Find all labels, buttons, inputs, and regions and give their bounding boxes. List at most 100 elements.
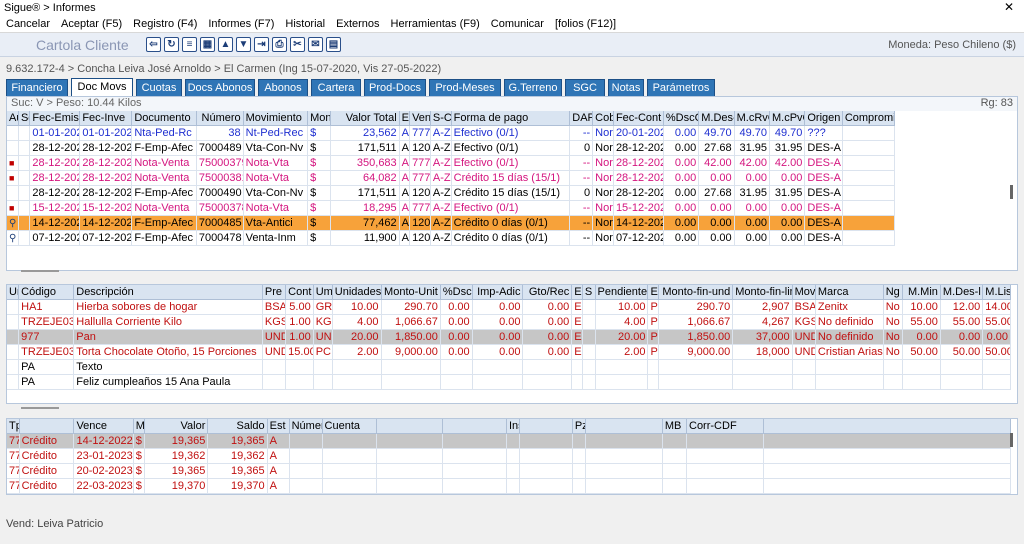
column-header[interactable]: Au [7, 111, 19, 126]
scrollbar[interactable] [1010, 433, 1013, 447]
column-header[interactable]: Monto-fin-und [658, 285, 734, 300]
menu-item-3[interactable]: Informes (F7) [208, 18, 274, 30]
column-header[interactable]: Fec-Inve [79, 111, 133, 126]
table-row[interactable]: ⚲14-12-202214-12-2022F-Emp-Afec7000485Vt… [7, 215, 896, 231]
column-header[interactable]: Um [313, 285, 333, 300]
chat-icon[interactable]: ✉ [308, 37, 323, 52]
column-header[interactable]: Se [18, 111, 31, 126]
menu-item-0[interactable]: Cancelar [6, 18, 50, 30]
column-header[interactable]: Mon [307, 111, 332, 126]
menu-item-6[interactable]: Herramientas (F9) [391, 18, 480, 30]
column-header[interactable]: Marca [815, 285, 884, 300]
table-row[interactable]: 77Crédito14-12-2022$19,36519,365A [7, 433, 1012, 449]
column-header[interactable]: M.cPvC [769, 111, 806, 126]
menu-item-4[interactable]: Historial [285, 18, 325, 30]
table-row[interactable]: 01-01-202301-01-2023Nta-Ped-Rc38Nt-Ped-R… [7, 125, 896, 141]
splitter-handle[interactable] [21, 407, 59, 409]
column-header[interactable]: Monto-fin-lin [732, 285, 793, 300]
column-header[interactable]: Valor Total [330, 111, 400, 126]
list-icon[interactable]: ≡ [182, 37, 197, 52]
column-header[interactable]: Pza [572, 419, 587, 434]
column-header[interactable]: Unidades [332, 285, 382, 300]
column-header[interactable]: Forma de pago [451, 111, 571, 126]
column-header[interactable]: Cob [592, 111, 614, 126]
splitter-handle[interactable] [21, 270, 59, 272]
column-header[interactable]: Fec-Emis [29, 111, 81, 126]
table-row[interactable]: TRZEJE03Hallulla Corriente KiloKGS1.00KG… [7, 314, 1011, 330]
column-header[interactable]: Un [7, 285, 20, 300]
column-header[interactable]: Ins [506, 419, 521, 434]
back-icon[interactable]: ⇦ [146, 37, 161, 52]
column-header[interactable]: Documento [131, 111, 197, 126]
table-row[interactable]: ■15-12-202215-12-2022Nota-Venta75000378N… [7, 200, 896, 216]
menu-item-8[interactable]: [folios (F12)] [555, 18, 616, 30]
menu-item-7[interactable]: Comunicar [491, 18, 544, 30]
tools-icon[interactable]: ✂ [290, 37, 305, 52]
column-header[interactable]: E [647, 285, 660, 300]
column-header[interactable]: Origen [804, 111, 843, 126]
table-row[interactable]: PA Texto [7, 359, 1011, 375]
column-header[interactable]: Cont [285, 285, 314, 300]
table-row[interactable]: 28-12-202228-12-2022F-Emp-Afec7000489Vta… [7, 140, 896, 156]
table-row[interactable]: 77Crédito23-01-2023$19,36219,362A [7, 448, 1012, 464]
column-header[interactable]: Código [18, 285, 75, 300]
table-row[interactable]: HA1 Hierba sobores de hogar BSA 5.00 GR 10.00… [7, 299, 1011, 315]
column-header[interactable]: S [582, 285, 596, 300]
column-header[interactable]: Monto-Unit [381, 285, 441, 300]
column-header[interactable]: M.Des-l [698, 111, 735, 126]
close-icon[interactable]: ✕ [1004, 0, 1014, 14]
column-header[interactable]: Número [289, 419, 323, 434]
table-row[interactable]: ■28-12-202228-12-2022Nota-Venta75000381N… [7, 170, 896, 186]
column-header[interactable]: Pre [262, 285, 287, 300]
menu-item-2[interactable]: Registro (F4) [133, 18, 197, 30]
column-header[interactable]: Fec-Cont [613, 111, 664, 126]
column-header[interactable]: Corr-CDF [686, 419, 764, 434]
calculator-icon[interactable]: ▤ [326, 37, 341, 52]
export-icon[interactable]: ⇥ [254, 37, 269, 52]
column-header[interactable]: Cuenta [322, 419, 378, 434]
column-header[interactable]: Mov [792, 285, 816, 300]
table-row[interactable]: 28-12-202228-12-2022F-Emp-Afec7000490Vta… [7, 185, 896, 201]
column-header[interactable]: M.Lis [982, 285, 1011, 300]
column-header[interactable] [519, 419, 573, 434]
column-header[interactable]: Est [267, 419, 290, 434]
column-header[interactable]: MB [662, 419, 688, 434]
column-header[interactable]: Ven [409, 111, 431, 126]
table-row[interactable]: 77Crédito20-02-2023$19,36519,365A [7, 463, 1012, 479]
column-header[interactable]: Saldo [207, 419, 268, 434]
column-header[interactable]: %Dsc [440, 285, 473, 300]
column-header[interactable]: DAP [569, 111, 594, 126]
column-header[interactable]: Tp [7, 419, 20, 434]
table-row[interactable]: TRZEJE03 Torta Chocolate Otoño, 15 Porcio… [7, 344, 1011, 360]
print-icon[interactable]: ⎙ [272, 37, 287, 52]
table-row[interactable]: ⚲07-12-202207-12-2022F-Emp-Afec7000478Ve… [7, 230, 896, 246]
column-header[interactable]: Ng [883, 285, 903, 300]
menu-item-1[interactable]: Aceptar (F5) [61, 18, 122, 30]
column-header[interactable]: Descripción [73, 285, 263, 300]
column-header[interactable]: Compromiso [842, 111, 896, 126]
column-header[interactable]: Imp-Adic [472, 285, 524, 300]
table-row[interactable]: 77Crédito22-03-2023$19,37019,370A [7, 478, 1012, 494]
column-header[interactable]: %DscG [663, 111, 700, 126]
column-header[interactable]: M.Min [902, 285, 941, 300]
column-header[interactable]: Pendiente [595, 285, 649, 300]
column-header[interactable]: Número [196, 111, 244, 126]
column-header[interactable]: M.cRvC [734, 111, 771, 126]
column-header[interactable]: Movimiento [243, 111, 309, 126]
column-header[interactable]: E [571, 285, 583, 300]
column-header[interactable]: M.Des-l [940, 285, 984, 300]
column-header[interactable]: Valor [144, 419, 209, 434]
up-icon[interactable]: ▲ [218, 37, 233, 52]
refresh-icon[interactable]: ↻ [164, 37, 179, 52]
column-header[interactable] [19, 419, 75, 434]
table-row[interactable]: 977PanUND1.00UN20.001,850.000.000.000.00… [7, 329, 1011, 345]
menu-item-5[interactable]: Externos [336, 18, 379, 30]
column-header[interactable]: E [399, 111, 411, 126]
column-header[interactable] [376, 419, 444, 434]
table-row[interactable]: PA Feliz cumpleaños 15 Ana Paula [7, 374, 1011, 390]
grid-icon[interactable]: ▦ [200, 37, 215, 52]
column-header[interactable] [442, 419, 507, 434]
column-header[interactable]: Gto/Rec [522, 285, 573, 300]
column-header[interactable]: Vence [73, 419, 134, 434]
column-header[interactable] [585, 419, 663, 434]
